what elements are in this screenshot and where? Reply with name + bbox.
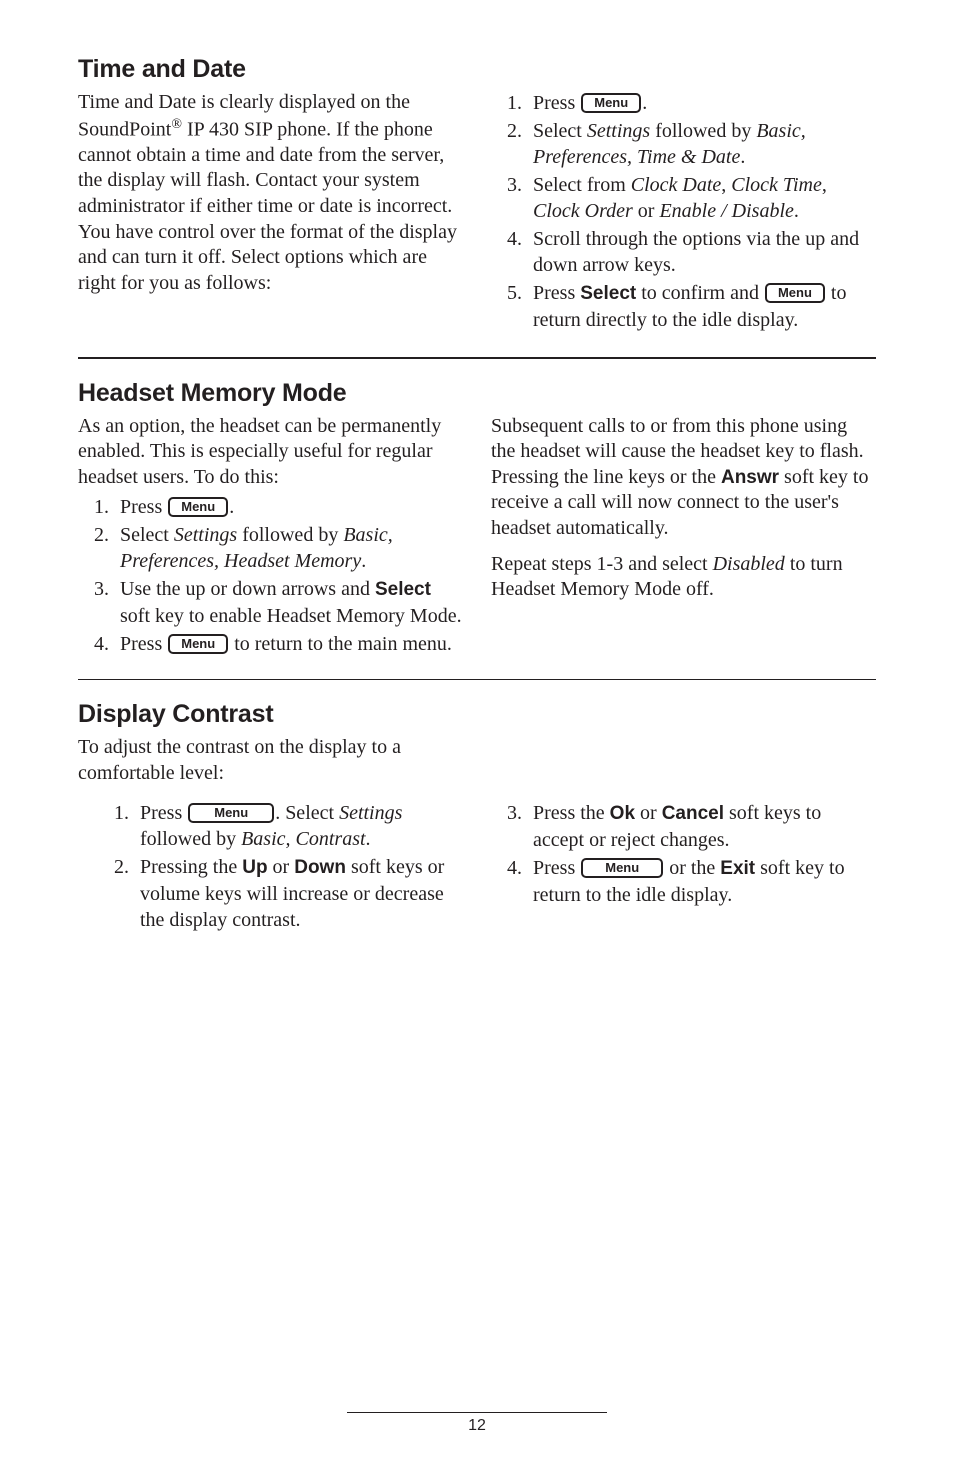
step-1: 1.Press Menu. Select Settings followed b… [118,800,463,852]
heading-headset-memory: Headset Memory Mode [78,379,876,408]
step-2: 2.Select Settings followed by Basic, Pre… [98,522,463,574]
heading-display-contrast: Display Contrast [78,700,876,729]
section2-right-1: Subsequent calls to or from this phone u… [491,414,876,542]
footer-rule [347,1412,607,1413]
step-4: 4.Press Menu to return to the main menu. [98,631,463,657]
menu-button-icon: Menu [168,634,228,654]
step-2: 2.Pressing the Up or Down soft keys or v… [118,854,463,933]
menu-button-icon: Menu [188,803,274,823]
menu-button-icon: Menu [765,283,825,303]
section2-intro: As an option, the headset can be permane… [78,414,463,491]
section1-intro: Time and Date is clearly displayed on th… [78,90,463,296]
heading-time-date: Time and Date [78,55,876,84]
section3-steps-left: 1.Press Menu. Select Settings followed b… [78,800,463,933]
section3-steps-right: 3.Press the Ok or Cancel soft keys to ac… [491,800,876,907]
step-1: 1.Press Menu. [98,494,463,520]
page-number: 12 [0,1417,954,1435]
menu-button-icon: Menu [581,858,663,878]
section-divider [78,679,876,680]
menu-button-icon: Menu [168,497,228,517]
step-3: 3.Use the up or down arrows and Select s… [98,576,463,629]
step-4: 4.Press Menu or the Exit soft key to ret… [511,855,876,908]
section3-intro: To adjust the contrast on the display to… [78,735,478,786]
section1-steps: 1.Press Menu. 2.Select Settings followed… [491,90,876,333]
step-3: 3.Press the Ok or Cancel soft keys to ac… [511,800,876,853]
section2-right-2: Repeat steps 1-3 and select Disabled to … [491,552,876,603]
menu-button-icon: Menu [581,93,641,113]
step-2: 2.Select Settings followed by Basic, Pre… [511,118,876,170]
page-footer: 12 [0,1412,954,1435]
step-1: 1.Press Menu. [511,90,876,116]
step-5: 5.Press Select to confirm and Menu to re… [511,280,876,333]
section2-steps: 1.Press Menu. 2.Select Settings followed… [78,494,463,657]
section-divider [78,357,876,359]
step-3: 3.Select from Clock Date, Clock Time, Cl… [511,172,876,224]
step-4: 4.Scroll through the options via the up … [511,226,876,278]
